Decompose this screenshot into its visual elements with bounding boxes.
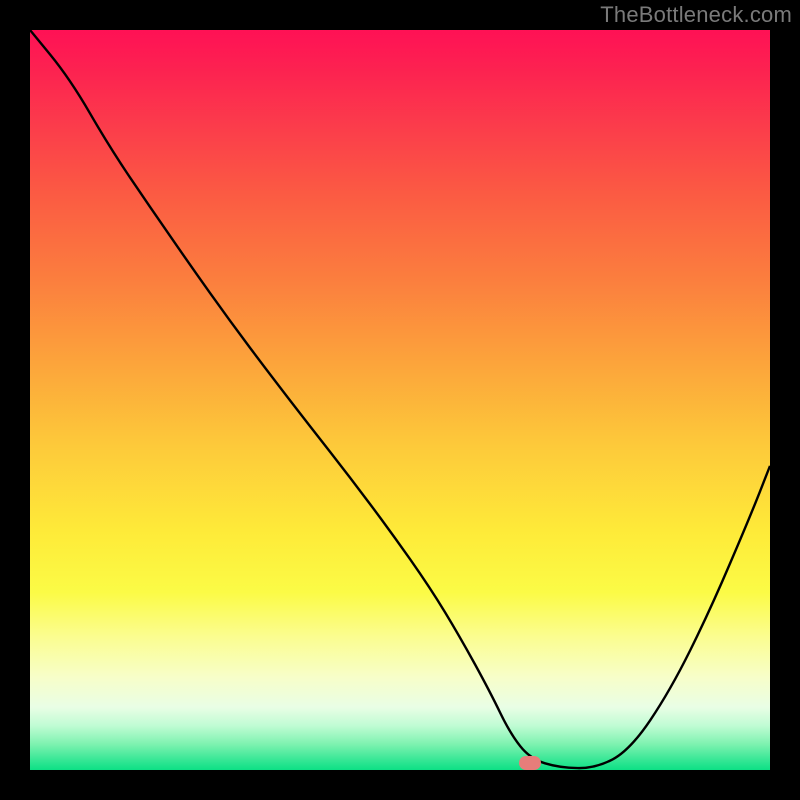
curve-path	[30, 30, 770, 768]
minimum-marker	[519, 756, 541, 770]
watermark-text: TheBottleneck.com	[600, 2, 792, 28]
chart-frame: TheBottleneck.com	[0, 0, 800, 800]
plot-area	[30, 30, 770, 770]
bottleneck-curve	[30, 30, 770, 770]
